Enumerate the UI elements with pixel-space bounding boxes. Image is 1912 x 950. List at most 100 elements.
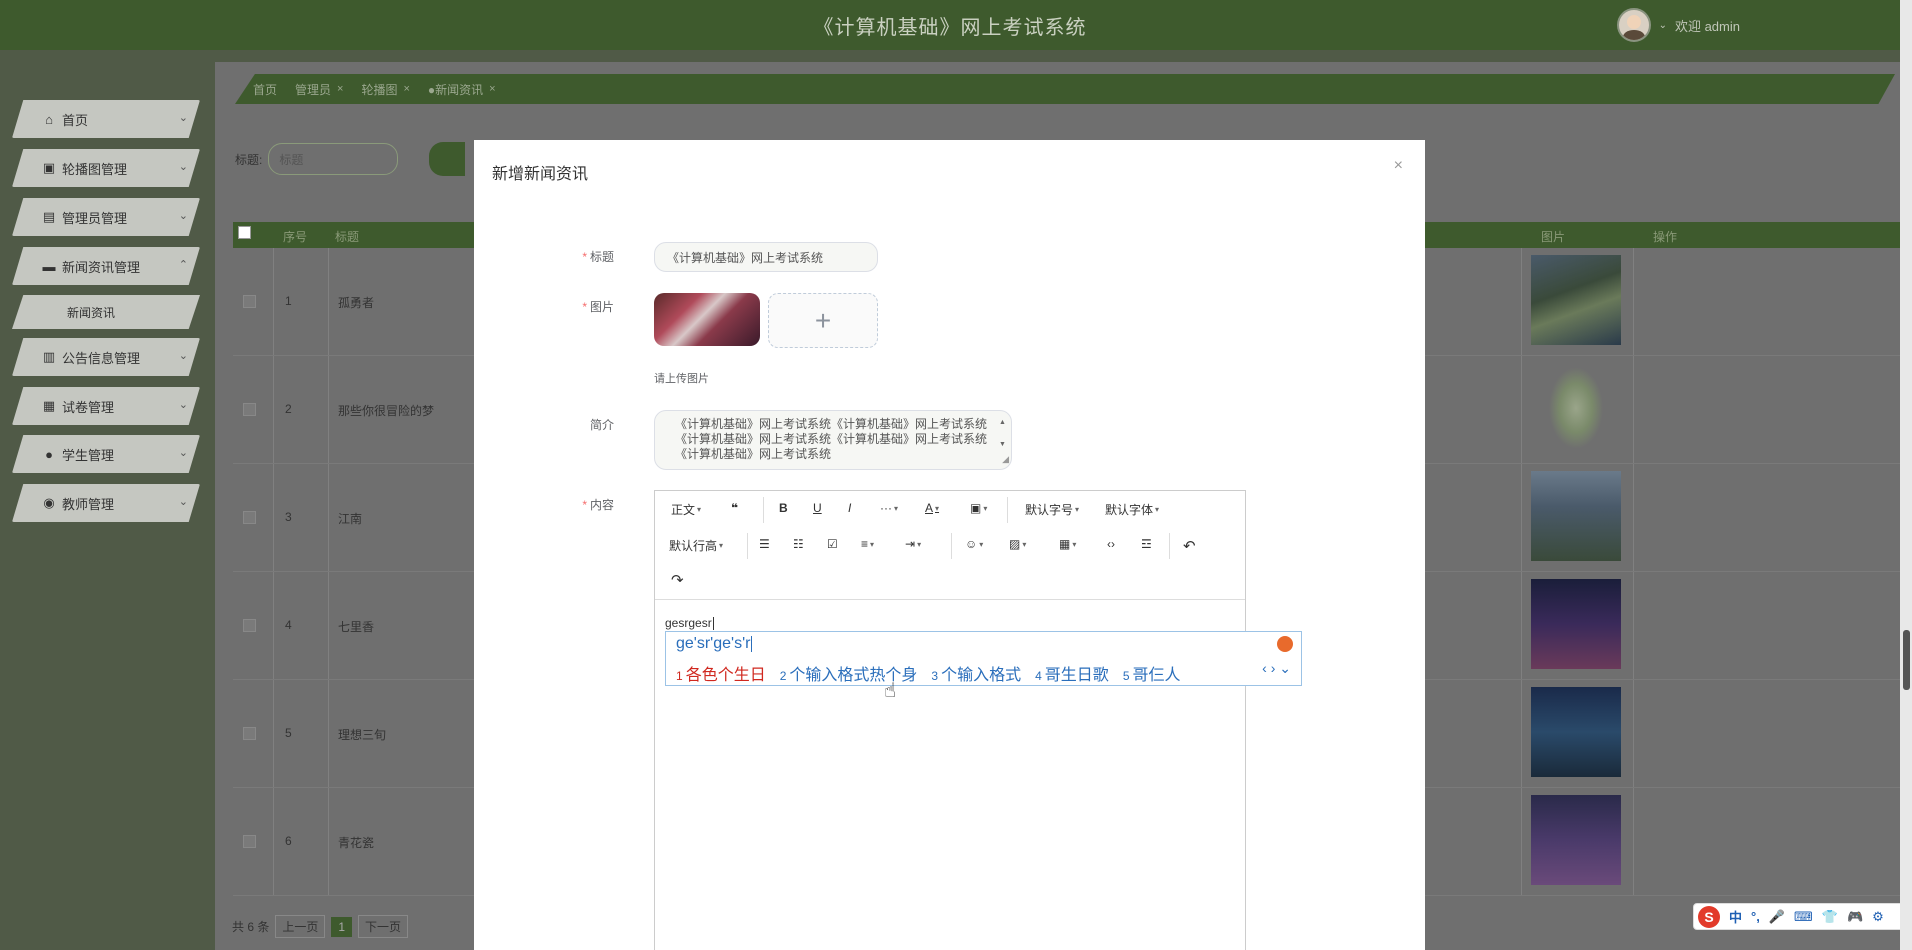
sidebar-item-home[interactable]: ⌂ 首页 ⌄ xyxy=(12,100,200,138)
close-icon[interactable]: × xyxy=(1394,157,1403,175)
font-family-select[interactable]: 默认字体 ▾ xyxy=(1105,501,1159,518)
search-input[interactable]: 标题 xyxy=(268,143,399,175)
label-title: * 标题 xyxy=(582,250,614,264)
ime-candidate[interactable]: 1 各色个生日 xyxy=(676,661,766,685)
row-checkbox[interactable] xyxy=(243,403,256,416)
row-checkbox[interactable] xyxy=(243,727,256,740)
line-height-select[interactable]: 默认行高 ▾ xyxy=(669,537,723,554)
ime-candidate[interactable]: 3 个输入格式 xyxy=(931,661,1021,685)
row-checkbox[interactable] xyxy=(243,835,256,848)
bullet-list-icon[interactable]: ☰ xyxy=(759,537,770,551)
undo-icon[interactable]: ↶ xyxy=(1183,537,1196,555)
tabs-bar: 首页 管理员 × 轮播图 × ●新闻资讯 × xyxy=(235,74,1895,104)
row-index: 3 xyxy=(285,510,292,524)
column-header-index[interactable]: 序号 xyxy=(283,228,307,245)
chevron-down-icon[interactable]: ⌄ xyxy=(1659,20,1667,31)
numbered-list-icon[interactable]: ☷ xyxy=(793,537,804,551)
sidebar-item-students[interactable]: ● 学生管理 ⌄ xyxy=(12,435,200,473)
font-color-icon[interactable]: A ▾ xyxy=(925,501,939,515)
more-icon[interactable]: ··· ▾ xyxy=(880,501,898,515)
teacher-icon: ◉ xyxy=(43,495,55,510)
image-icon[interactable]: ▨ ▾ xyxy=(1009,537,1026,551)
pager-total: 共 6 条 xyxy=(232,920,270,934)
search-label: 标题: xyxy=(235,152,263,167)
editor-content[interactable]: gesrgesr xyxy=(665,616,714,631)
ime-skin-icon[interactable] xyxy=(1277,636,1293,652)
column-header-image[interactable]: 图片 xyxy=(1541,228,1565,245)
row-title: 理想三旬 xyxy=(338,728,387,742)
underline-icon[interactable]: U xyxy=(813,501,822,515)
avatar[interactable] xyxy=(1616,8,1651,42)
select-all-checkbox[interactable] xyxy=(238,226,251,239)
paragraph-select[interactable]: 正文 ▾ xyxy=(671,501,701,518)
close-icon[interactable]: × xyxy=(337,83,343,95)
game-icon[interactable]: 🎮 xyxy=(1847,909,1863,925)
close-icon[interactable]: × xyxy=(403,83,409,95)
sidebar-subitem-news[interactable]: 新闻资讯 xyxy=(12,295,200,329)
quote-icon[interactable]: ❝ xyxy=(731,501,738,515)
resize-handle-icon[interactable]: ◢ xyxy=(1002,452,1009,467)
chevron-down-icon: ⌄ xyxy=(178,496,188,508)
ime-candidate-window[interactable]: ge'sr'ge's'r 1 各色个生日 2 个输入格式热个身 3 个输入格式 4 哥生… xyxy=(665,631,1302,686)
title-input[interactable]: 《计算机基础》网上考试系统 xyxy=(654,242,878,272)
tab-admins[interactable]: 管理员 xyxy=(295,81,331,98)
bold-icon[interactable]: B xyxy=(779,501,788,515)
sidebar-item-teachers[interactable]: ◉ 教师管理 ⌄ xyxy=(12,484,200,522)
font-size-select[interactable]: 默认字号 ▾ xyxy=(1025,501,1079,518)
tab-news[interactable]: ●新闻资讯 xyxy=(428,81,483,98)
pager-page-1[interactable]: 1 xyxy=(331,916,353,937)
scrollbar-thumb[interactable] xyxy=(1903,630,1910,690)
search-button[interactable] xyxy=(429,142,466,176)
welcome-text: 欢迎 admin xyxy=(1674,18,1740,34)
align-icon[interactable]: ≡ ▾ xyxy=(861,537,874,551)
todo-icon[interactable]: ☑ xyxy=(827,537,838,551)
textarea-scrollbar[interactable] xyxy=(999,415,1007,452)
ime-candidate[interactable]: 4 哥生日歌 xyxy=(1035,661,1109,685)
close-icon[interactable]: × xyxy=(489,83,495,95)
uploaded-image[interactable] xyxy=(654,293,760,346)
redo-icon[interactable]: ↷ xyxy=(671,571,684,589)
row-title: 青花瓷 xyxy=(338,836,375,850)
page-scrollbar[interactable] xyxy=(1900,0,1912,950)
skin-icon[interactable]: 👕 xyxy=(1822,909,1838,925)
italic-icon[interactable]: I xyxy=(848,501,851,515)
tab-home[interactable]: 首页 xyxy=(253,81,277,98)
user-menu[interactable]: ⌄ 欢迎 admin xyxy=(1616,8,1740,42)
ime-page-nav[interactable]: ‹ › ⌄ xyxy=(1262,660,1291,677)
row-checkbox[interactable] xyxy=(243,295,256,308)
sidebar-item-papers[interactable]: ▦ 试卷管理 ⌄ xyxy=(12,387,200,425)
keyboard-icon[interactable]: ⌨ xyxy=(1794,909,1813,925)
ime-punctuation-icon[interactable]: °, xyxy=(1751,909,1760,924)
sidebar-item-carousel[interactable]: ▣ 轮播图管理 ⌄ xyxy=(12,149,200,187)
pager-next-button[interactable]: 下一页 xyxy=(358,915,409,938)
divider-icon[interactable]: ☲ xyxy=(1141,537,1152,551)
indent-icon[interactable]: ⇥ ▾ xyxy=(905,537,921,551)
briefcase-icon: ▥ xyxy=(42,349,56,364)
table-icon[interactable]: ▦ ▾ xyxy=(1059,537,1076,551)
ime-candidate[interactable]: 5 哥仨人 xyxy=(1123,661,1181,685)
gear-icon[interactable]: ⚙ xyxy=(1872,909,1884,925)
sidebar-item-admins[interactable]: ▤ 管理员管理 ⌄ xyxy=(12,198,200,236)
microphone-icon[interactable]: 🎤 xyxy=(1769,909,1785,925)
column-header-title[interactable]: 标题 xyxy=(335,228,359,245)
sidebar-item-notices[interactable]: ▥ 公告信息管理 ⌄ xyxy=(12,338,200,376)
sogou-logo-icon[interactable]: S xyxy=(1698,905,1720,928)
intro-textarea[interactable]: 《计算机基础》网上考试系统《计算机基础》网上考试系统《计算机基础》网上考试系统《… xyxy=(654,410,1012,470)
column-header-actions[interactable]: 操作 xyxy=(1653,228,1677,245)
sidebar: ⌂ 首页 ⌄ ▣ 轮播图管理 ⌄ ▤ 管理员管理 ⌄ ▬ 新闻资讯管理 ⌃ 新闻… xyxy=(0,62,215,950)
sidebar-item-label: 管理员管理 xyxy=(62,210,128,226)
sidebar-item-news[interactable]: ▬ 新闻资讯管理 ⌃ xyxy=(12,247,200,285)
code-icon[interactable]: ‹› xyxy=(1107,537,1115,551)
pager-prev-button[interactable]: 上一页 xyxy=(275,915,326,938)
ime-candidates: 1 各色个生日 2 个输入格式热个身 3 个输入格式 4 哥生日歌 5 哥仨人 xyxy=(676,661,1181,685)
ime-candidate[interactable]: 2 个输入格式热个身 xyxy=(780,661,918,685)
background-color-icon[interactable]: ▣ ▾ xyxy=(970,501,987,515)
row-title: 江南 xyxy=(338,512,363,526)
upload-add-button[interactable]: + xyxy=(768,293,878,348)
row-checkbox[interactable] xyxy=(243,511,256,524)
tab-carousel[interactable]: 轮播图 xyxy=(361,81,397,98)
emoji-icon[interactable]: ☺ ▾ xyxy=(965,537,983,551)
ime-chinese-mode-icon[interactable]: 中 xyxy=(1729,907,1742,926)
ime-status-bar[interactable]: S 中 °, 🎤 ⌨ 👕 🎮 ⚙ xyxy=(1693,903,1912,930)
row-checkbox[interactable] xyxy=(243,619,256,632)
